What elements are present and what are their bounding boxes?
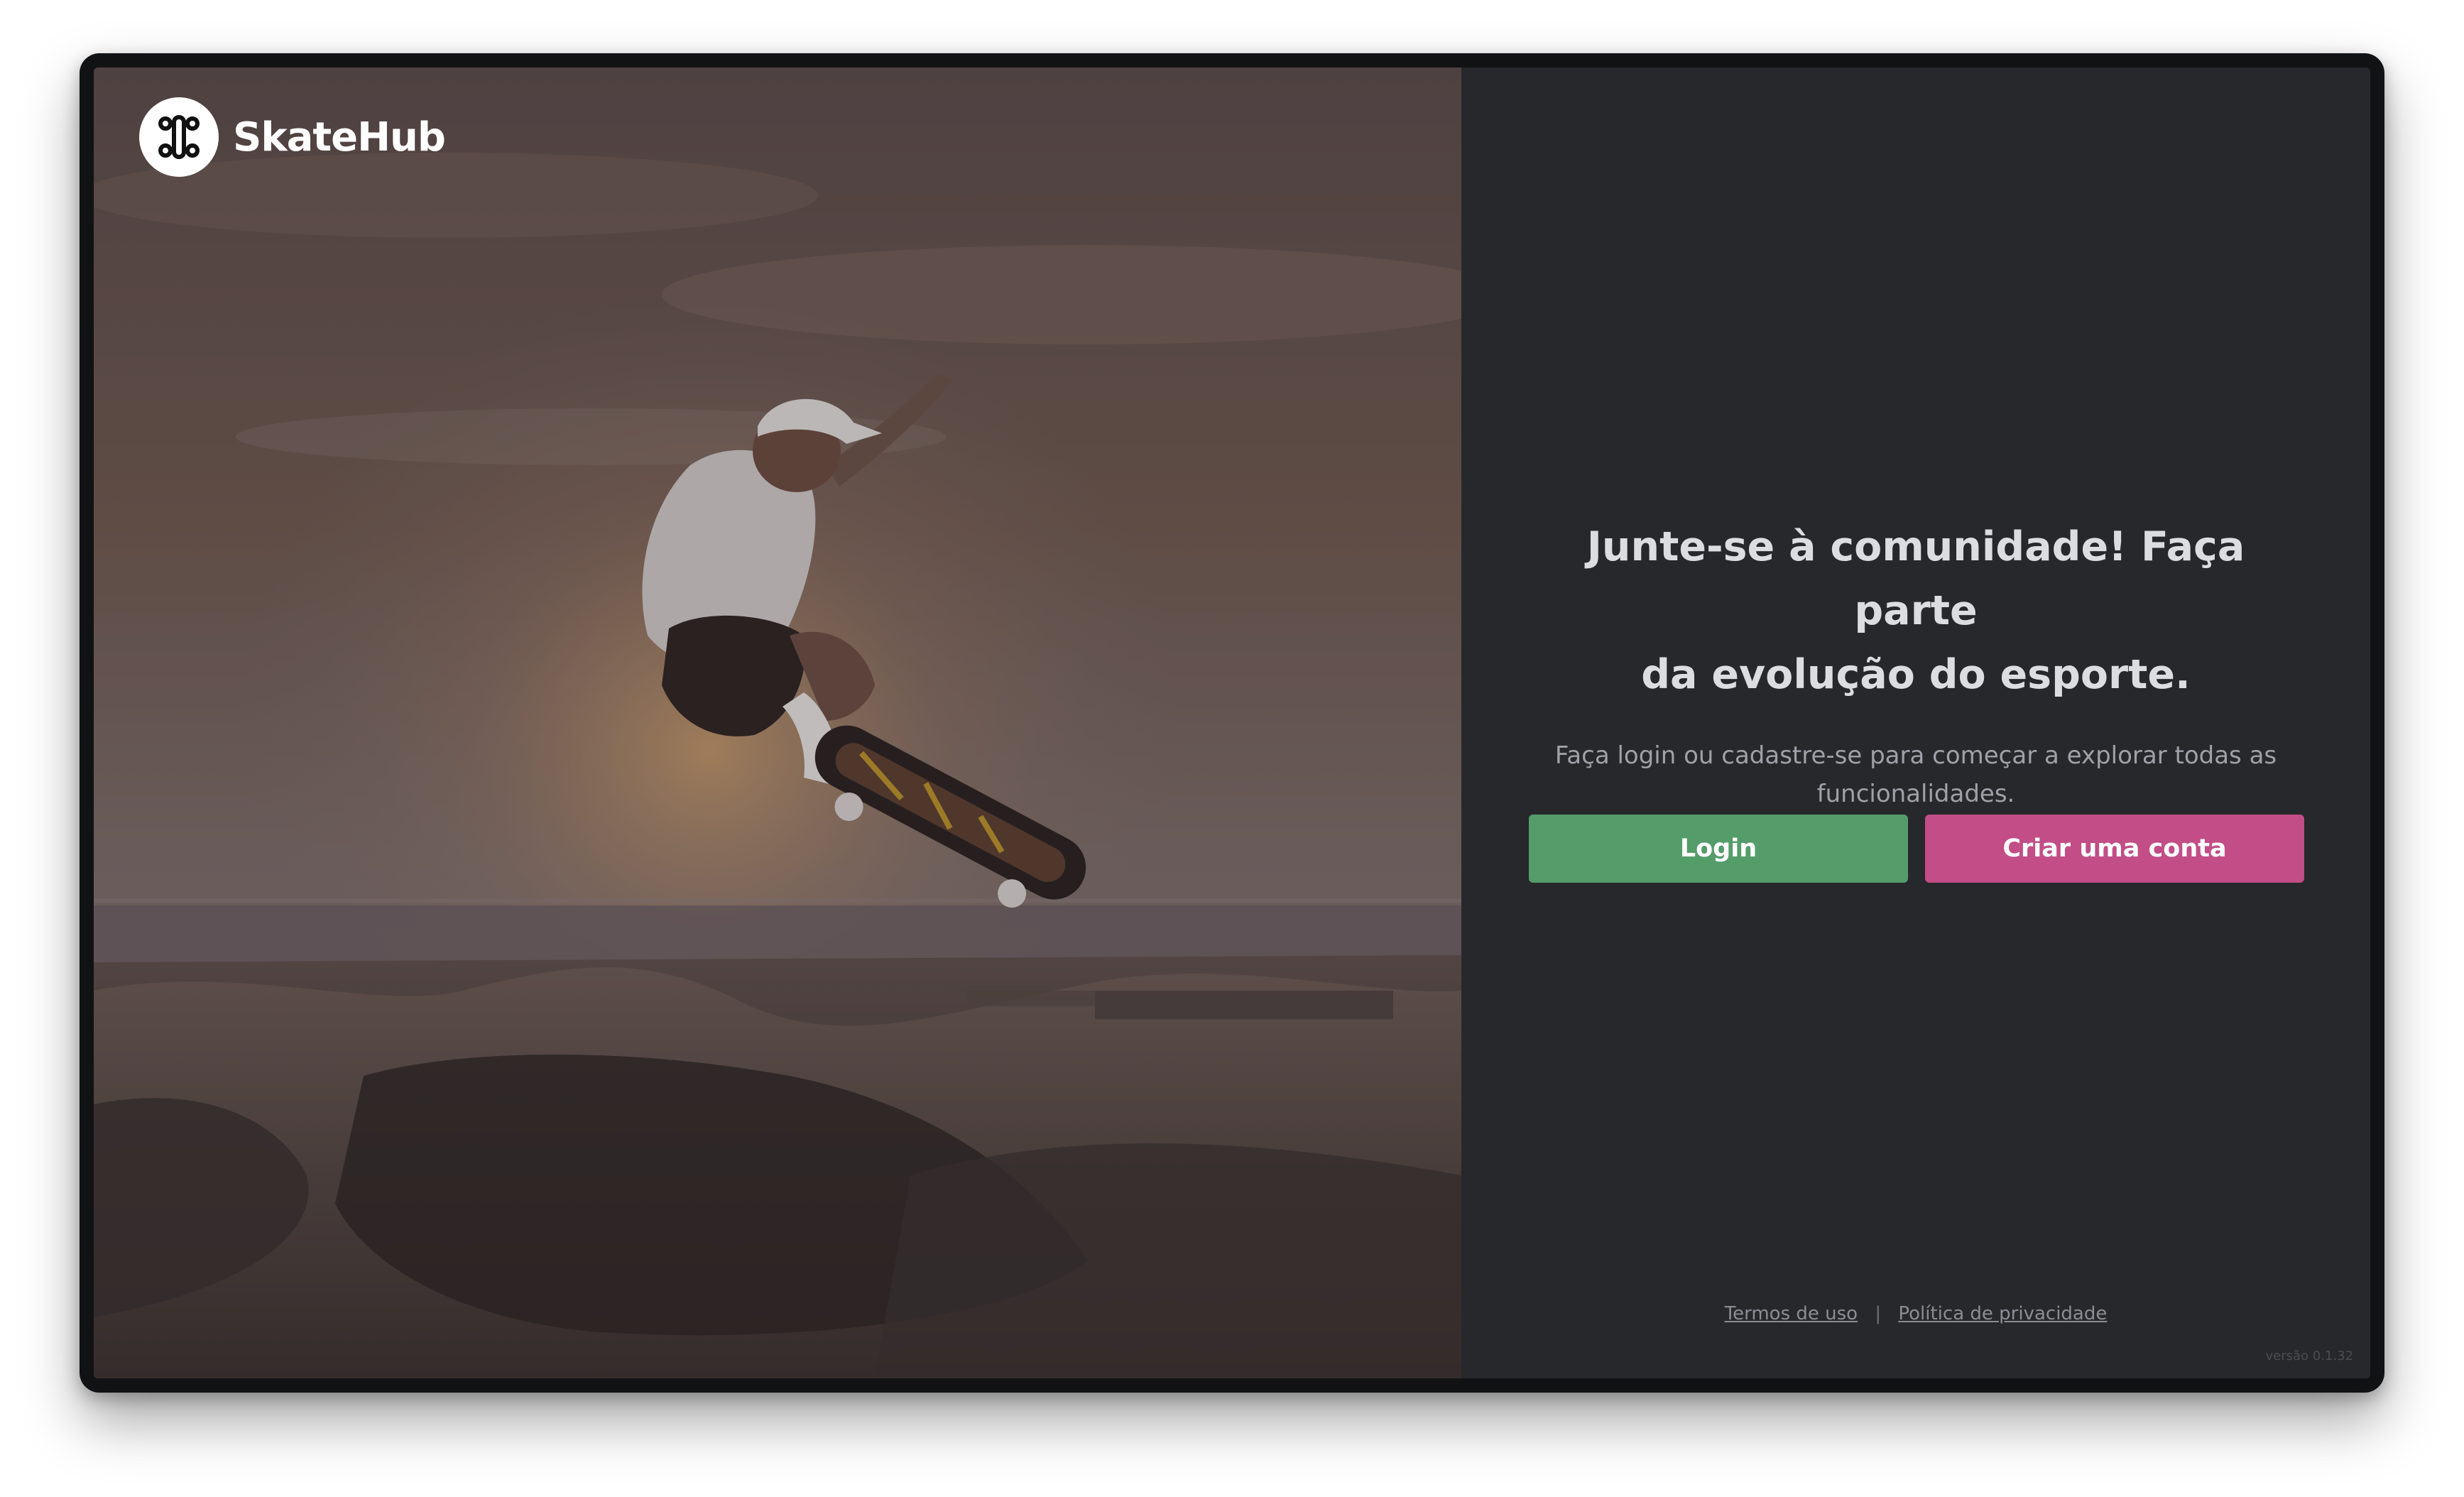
privacy-link[interactable]: Política de privacidade <box>1898 1303 2107 1324</box>
device-frame: SkateHub Junte-se à comunidade! Faça par… <box>80 53 2384 1393</box>
headline-line-1: Junte-se à comunidade! Faça parte <box>1586 523 2245 634</box>
auth-actions: Login Criar uma conta <box>1529 815 2304 883</box>
subtitle-line-2: funcionalidades. <box>1816 780 2015 808</box>
page-stage: SkateHub Junte-se à comunidade! Faça par… <box>0 0 2464 1497</box>
legal-links: Termos de uso | Política de privacidade <box>1461 1303 2370 1324</box>
link-separator: | <box>1875 1303 1882 1324</box>
hero-illustration <box>94 67 1461 1378</box>
page-subtitle: Faça login ou cadastre-se para começar a… <box>1554 736 2278 813</box>
skateboard-top-icon <box>139 97 219 177</box>
welcome-content: Junte-se à comunidade! Faça parte da evo… <box>1525 515 2306 813</box>
subtitle-line-1: Faça login ou cadastre-se para começar a… <box>1554 741 2277 770</box>
terms-link[interactable]: Termos de uso <box>1725 1303 1858 1324</box>
version-label: versão 0.1.32 <box>2265 1349 2353 1363</box>
login-button[interactable]: Login <box>1529 815 1908 883</box>
brand-logo[interactable]: SkateHub <box>139 97 446 177</box>
create-account-button[interactable]: Criar uma conta <box>1925 815 2304 883</box>
hero-image: SkateHub <box>94 67 1461 1378</box>
headline-line-2: da evolução do esporte. <box>1641 651 2191 698</box>
brand-name: SkateHub <box>233 114 446 160</box>
app-screen: SkateHub Junte-se à comunidade! Faça par… <box>94 67 2370 1378</box>
auth-panel: Junte-se à comunidade! Faça parte da evo… <box>1461 67 2370 1378</box>
page-headline: Junte-se à comunidade! Faça parte da evo… <box>1525 515 2306 707</box>
